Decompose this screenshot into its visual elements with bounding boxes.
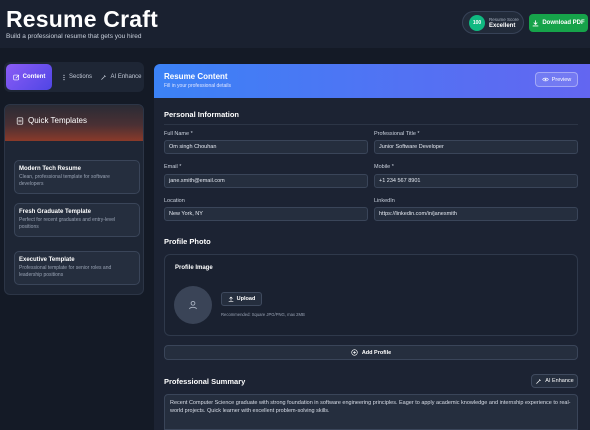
upload-hint: Recommended: Square JPG/PNG, max 2MB	[221, 312, 305, 317]
template-description: Clean, professional template for softwar…	[19, 174, 110, 187]
profile-photo-title: Profile Photo	[164, 237, 211, 246]
professional-title-label: Professional Title *	[374, 131, 420, 137]
document-icon	[16, 116, 24, 125]
profile-image-box: Profile Image Upload Recommended: Square…	[164, 254, 578, 336]
templates-header: Quick Templates	[5, 105, 143, 141]
linkedin-input[interactable]: https://linkedin.com/in/janesmith	[374, 207, 578, 221]
template-name: Fresh Graduate Template	[19, 209, 91, 215]
edit-icon	[13, 74, 20, 81]
score-rating: Excellent	[489, 23, 516, 29]
professional-summary-textarea[interactable]: Recent Computer Science graduate with st…	[164, 394, 578, 430]
download-label: Download PDF	[542, 20, 585, 26]
email-input[interactable]: jane.smith@email.com	[164, 174, 368, 188]
content-subtitle: Fill in your professional details	[164, 83, 231, 89]
magic-wand-icon	[100, 74, 107, 81]
template-name: Executive Template	[19, 257, 75, 263]
magic-wand-icon	[535, 378, 542, 385]
content-header: Resume Content Fill in your professional…	[154, 64, 590, 98]
location-input[interactable]: New York, NY	[164, 207, 368, 221]
tab-ai-enhance[interactable]: AI Enhance	[100, 64, 142, 90]
template-card-modern-tech[interactable]: Modern Tech Resume Clean, professional t…	[14, 160, 140, 194]
tab-sections-label: Sections	[68, 74, 92, 80]
content-title: Resume Content	[164, 72, 228, 81]
templates-title-text: Quick Templates	[28, 116, 87, 125]
menu-dots-icon	[62, 74, 66, 81]
add-profile-button[interactable]: Add Profile	[164, 345, 578, 360]
mobile-label: Mobile *	[374, 164, 394, 170]
plus-circle-icon	[351, 349, 358, 356]
eye-icon	[541, 77, 549, 82]
template-description: Professional template for senior roles a…	[19, 265, 112, 278]
location-label: Location	[164, 198, 185, 204]
app-subtitle: Build a professional resume that gets yo…	[6, 33, 142, 40]
upload-button[interactable]: Upload	[221, 292, 262, 306]
ai-enhance-label: AI Enhance	[545, 378, 574, 384]
template-name: Modern Tech Resume	[19, 166, 81, 172]
tab-content[interactable]: Content	[6, 64, 52, 90]
tab-ai-enhance-label: AI Enhance	[110, 73, 142, 80]
app-header: Resume Craft Build a professional resume…	[0, 0, 590, 48]
linkedin-label: LinkedIn	[374, 198, 395, 204]
preview-label: Preview	[551, 76, 572, 83]
tab-content-label: Content	[22, 74, 46, 80]
score-label: Resume Score	[489, 17, 519, 22]
app-title: Resume Craft	[6, 6, 158, 32]
score-circle: 100	[469, 15, 485, 31]
download-icon	[532, 19, 539, 27]
section-divider	[164, 124, 578, 125]
template-card-executive[interactable]: Executive Template Professional template…	[14, 251, 140, 285]
user-icon	[188, 300, 198, 310]
ai-enhance-button[interactable]: AI Enhance	[531, 374, 578, 388]
add-profile-label: Add Profile	[361, 349, 392, 356]
professional-title-input[interactable]: Junior Software Developer	[374, 140, 578, 154]
email-label: Email *	[164, 164, 182, 170]
full-name-input[interactable]: Om singh Chouhan	[164, 140, 368, 154]
professional-summary-title: Professional Summary	[164, 377, 246, 386]
preview-button[interactable]: Preview	[535, 72, 578, 87]
tab-sections[interactable]: Sections	[56, 64, 98, 90]
full-name-label: Full Name *	[164, 131, 193, 137]
template-card-fresh-graduate[interactable]: Fresh Graduate Template Perfect for rece…	[14, 203, 140, 237]
quick-templates-panel: Quick Templates Modern Tech Resume Clean…	[4, 104, 144, 295]
upload-icon	[228, 296, 234, 302]
template-description: Perfect for recent graduates and entry-l…	[19, 217, 116, 230]
download-pdf-button[interactable]: Download PDF	[529, 14, 588, 32]
resume-score-badge: 100 Resume Score Excellent	[462, 11, 524, 34]
avatar-placeholder	[174, 286, 212, 324]
templates-title: Quick Templates	[16, 116, 87, 125]
sidebar-tabs: Content Sections AI Enhance	[4, 62, 144, 92]
resume-content-panel: Resume Content Fill in your professional…	[154, 64, 590, 430]
personal-info-title: Personal Information	[164, 110, 240, 119]
upload-label: Upload	[236, 296, 256, 302]
mobile-input[interactable]: +1 234 567 8901	[374, 174, 578, 188]
profile-image-title: Profile Image	[175, 265, 213, 271]
